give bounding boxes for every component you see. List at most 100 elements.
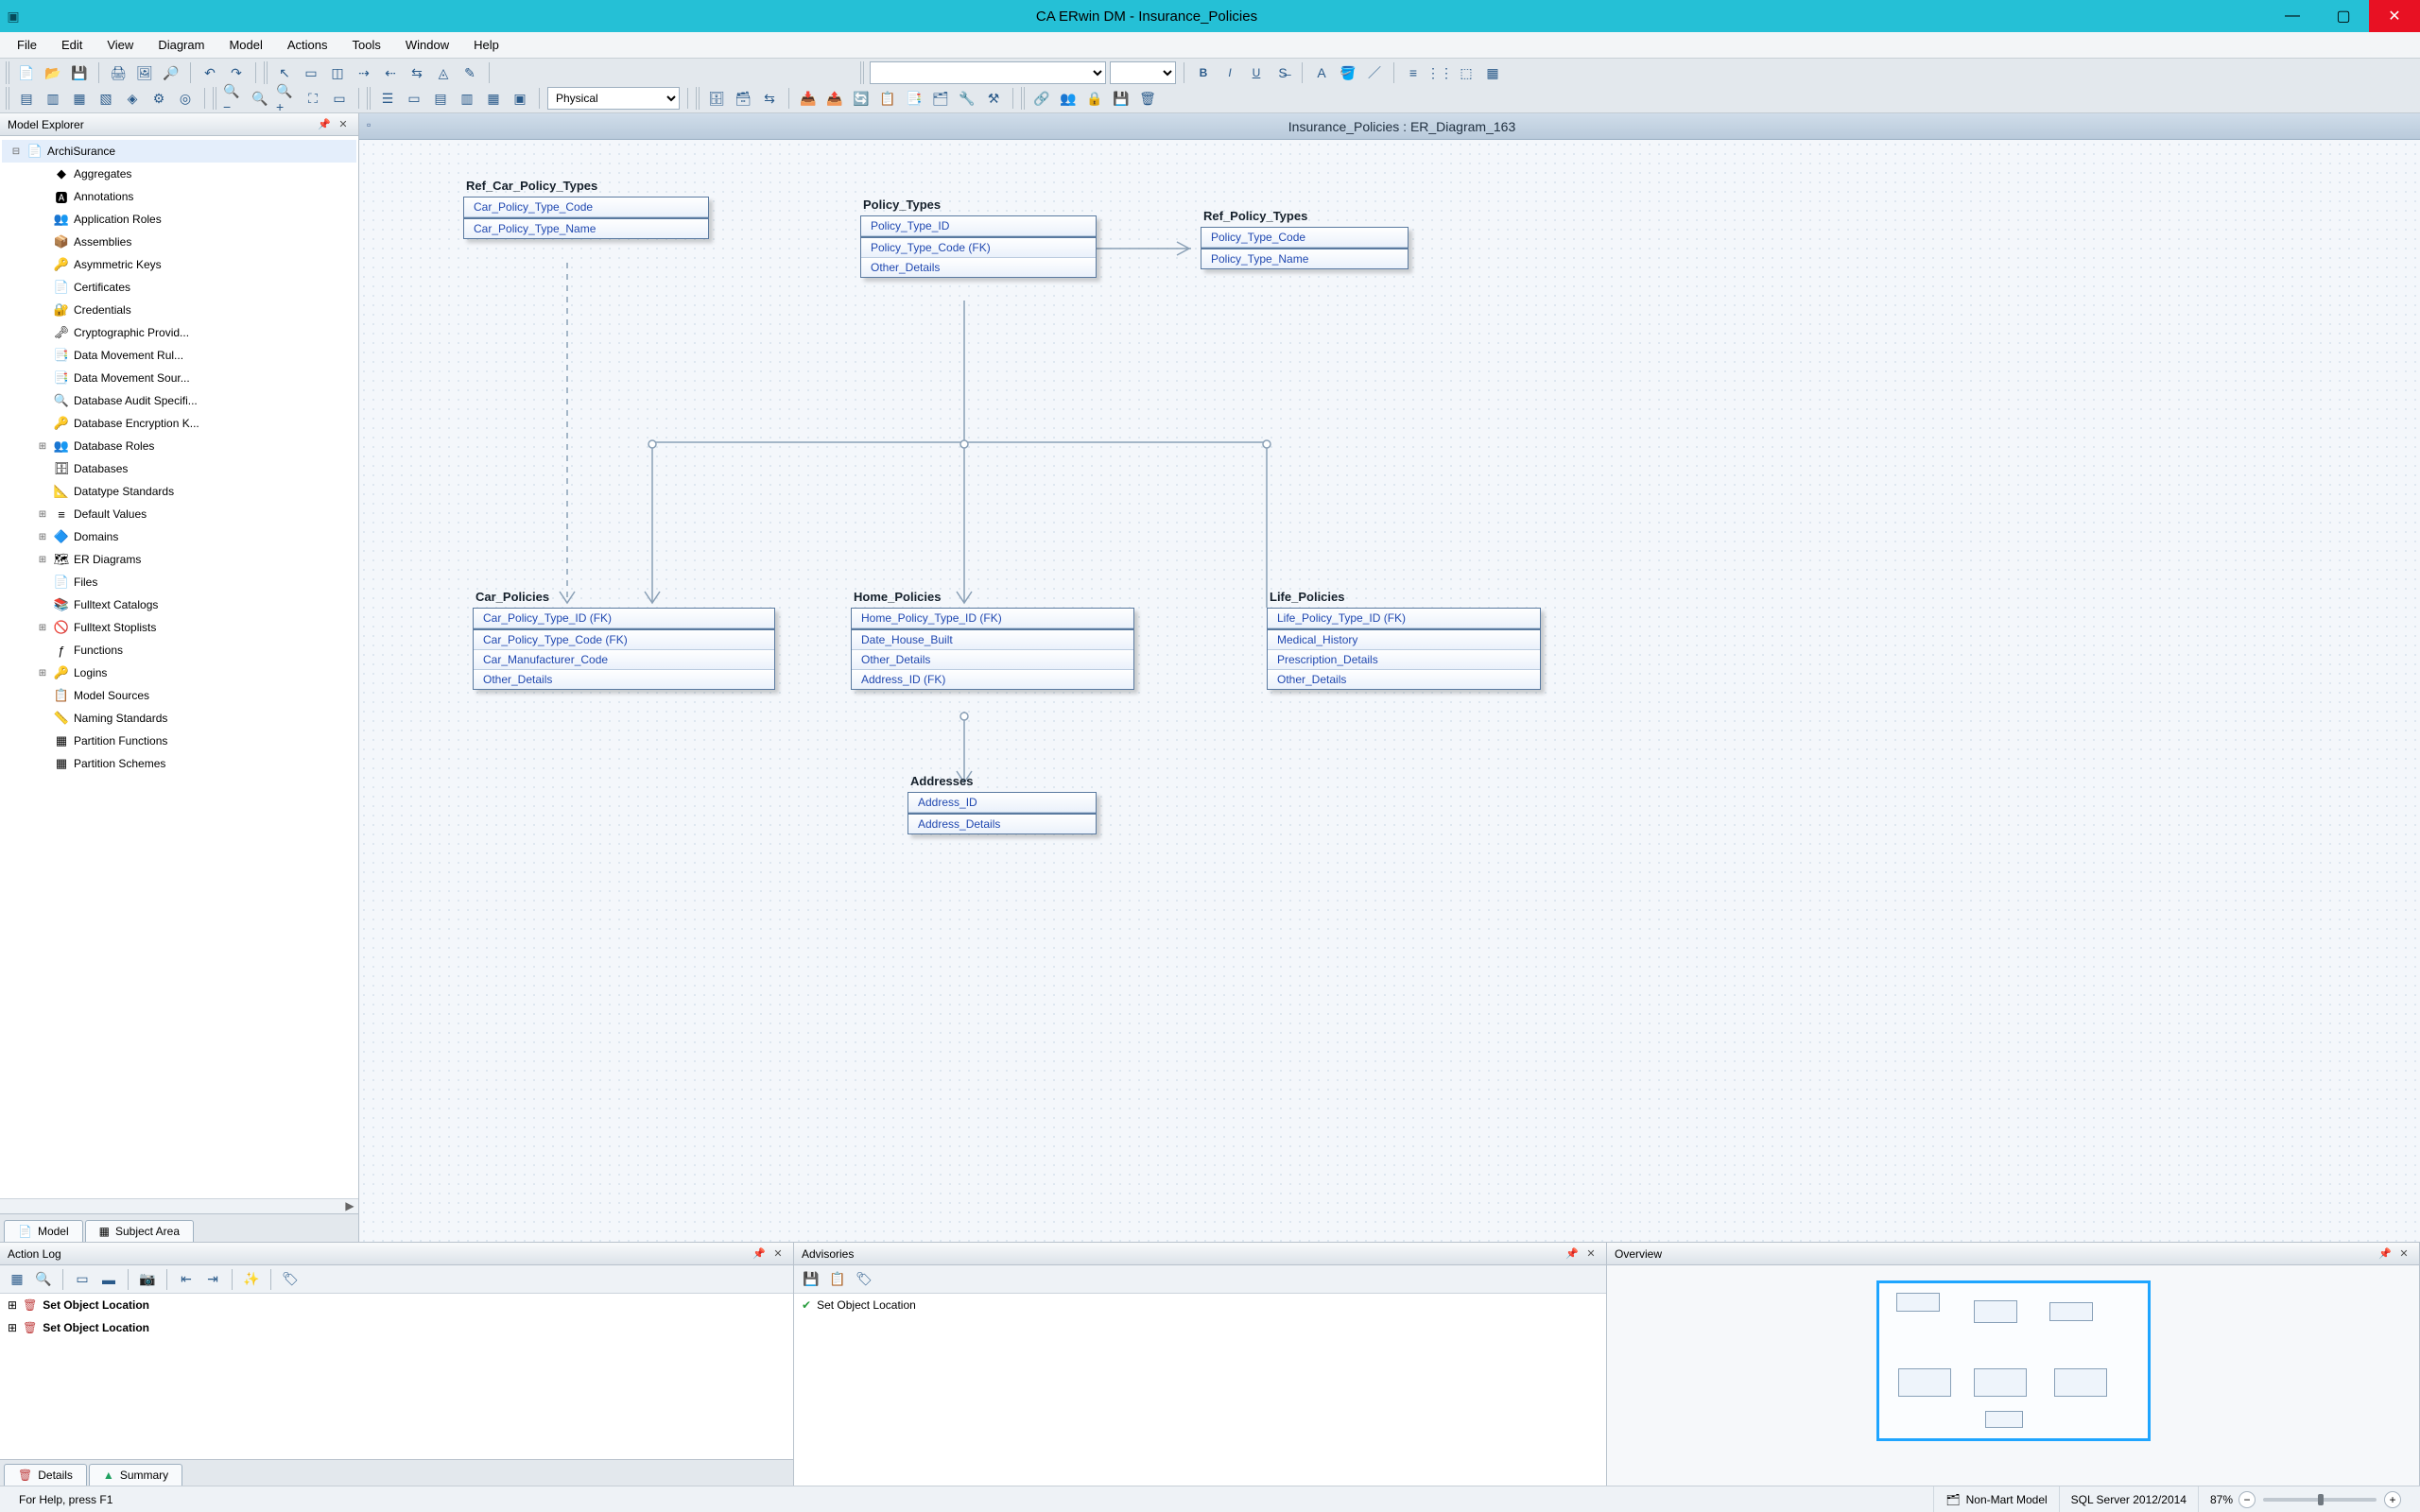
menu-file[interactable]: File (6, 34, 48, 56)
fill-color-icon[interactable]: 🪣 (1337, 61, 1359, 84)
toolbar-grip[interactable] (1021, 87, 1027, 110)
tree-item[interactable]: ◆Aggregates (2, 163, 356, 185)
restore-icon[interactable]: ▫ (367, 118, 384, 135)
db6-icon[interactable]: 🔄 (850, 87, 873, 110)
view-entity-icon[interactable]: ◫ (326, 61, 349, 84)
menu-window[interactable]: Window (394, 34, 460, 56)
tree-item[interactable]: ▦Partition Functions (2, 730, 356, 752)
tree-item[interactable]: 📄Files (2, 571, 356, 593)
pin-icon[interactable]: 📌 (317, 117, 332, 132)
zoom-normal-icon[interactable]: 🔍 (249, 87, 271, 110)
tree-item[interactable]: ⊞🔷Domains (2, 525, 356, 548)
open-icon[interactable]: 📂 (42, 61, 64, 84)
find-icon[interactable]: 🔎 (160, 61, 182, 84)
tree-item[interactable]: 📏Naming Standards (2, 707, 356, 730)
italic-icon[interactable]: I (1219, 61, 1241, 84)
toolbar-grip[interactable] (264, 61, 269, 84)
tree-item[interactable]: 👥Application Roles (2, 208, 356, 231)
menu-edit[interactable]: Edit (50, 34, 94, 56)
close-button[interactable]: ✕ (2369, 0, 2420, 32)
entity-car-policies[interactable]: Car_Policies Car_Policy_Type_ID (FK) Car… (473, 608, 775, 690)
entity-ref-policy-types[interactable]: Ref_Policy_Types Policy_Type_Code Policy… (1201, 227, 1409, 269)
mart5-icon[interactable]: 🗑 (1136, 87, 1159, 110)
zoom-rect-icon[interactable]: ▭ (328, 87, 351, 110)
line-color-icon[interactable]: ／ (1363, 61, 1386, 84)
menu-view[interactable]: View (95, 34, 145, 56)
tree-item[interactable]: 🔐Credentials (2, 299, 356, 321)
align-icon[interactable]: ≡ (1402, 61, 1425, 84)
disp5-icon[interactable]: ▦ (482, 87, 505, 110)
tree-item[interactable]: ⊞🚫Fulltext Stoplists (2, 616, 356, 639)
adv-copy-icon[interactable]: 📋 (826, 1268, 849, 1291)
entity-icon[interactable]: ▭ (300, 61, 322, 84)
pin-icon[interactable]: 📌 (2377, 1246, 2393, 1262)
tree-item[interactable]: 🔑Database Encryption K... (2, 412, 356, 435)
overview-thumbnail[interactable] (1876, 1280, 2151, 1441)
tab-details[interactable]: 🗑Details (4, 1464, 87, 1486)
disp2-icon[interactable]: ▭ (403, 87, 425, 110)
pointer-icon[interactable]: ↖ (273, 61, 296, 84)
nav-icon[interactable]: ▤ (15, 87, 38, 110)
al-btn8-icon[interactable]: ✨ (240, 1268, 263, 1291)
panel-close-icon[interactable]: ✕ (770, 1246, 786, 1262)
db7-icon[interactable]: 📋 (876, 87, 899, 110)
undo-icon[interactable]: ↶ (199, 61, 221, 84)
disp3-icon[interactable]: ▤ (429, 87, 452, 110)
zoom-in-icon[interactable]: 🔍+ (275, 87, 298, 110)
db2-icon[interactable]: 🗃 (732, 87, 754, 110)
advisories-row[interactable]: ✔Set Object Location (794, 1294, 1606, 1316)
group-icon[interactable]: ▦ (1481, 61, 1504, 84)
tree-item[interactable]: 📦Assemblies (2, 231, 356, 253)
menu-diagram[interactable]: Diagram (147, 34, 216, 56)
db11-icon[interactable]: ⚒ (982, 87, 1005, 110)
tree-item[interactable]: 📐Datatype Standards (2, 480, 356, 503)
entity-policy-types[interactable]: Policy_Types Policy_Type_ID Policy_Type_… (860, 215, 1097, 278)
adv-tag-icon[interactable]: 🏷 (853, 1268, 875, 1291)
tree-item[interactable]: ⊞≡Default Values (2, 503, 356, 525)
al-btn9-icon[interactable]: 🏷 (279, 1268, 302, 1291)
level-select[interactable]: Physical (547, 87, 680, 110)
redo-icon[interactable]: ↷ (225, 61, 248, 84)
tab-model[interactable]: 📄Model (4, 1220, 83, 1242)
db5-icon[interactable]: 📤 (823, 87, 846, 110)
db3-icon[interactable]: ⇆ (758, 87, 781, 110)
tree-item[interactable]: ▦Partition Schemes (2, 752, 356, 775)
nav2-icon[interactable]: ▥ (42, 87, 64, 110)
db1-icon[interactable]: 🗄 (705, 87, 728, 110)
zoom-minus-button[interactable]: − (2238, 1491, 2256, 1508)
al-btn7-icon[interactable]: ⇥ (201, 1268, 224, 1291)
mart3-icon[interactable]: 🔒 (1083, 87, 1106, 110)
tree-item[interactable]: 📄Certificates (2, 276, 356, 299)
size-icon[interactable]: ⬚ (1455, 61, 1478, 84)
mart1-icon[interactable]: 🔗 (1030, 87, 1053, 110)
id-rel-icon[interactable]: ⇢ (353, 61, 375, 84)
tree-item[interactable]: ⊞🗺ER Diagrams (2, 548, 356, 571)
disp6-icon[interactable]: ▣ (509, 87, 531, 110)
font-select[interactable] (870, 61, 1106, 84)
toolbar-grip[interactable] (6, 61, 11, 84)
tree-root[interactable]: ⊟📄 ArchiSurance (2, 140, 356, 163)
entity-home-policies[interactable]: Home_Policies Home_Policy_Type_ID (FK) D… (851, 608, 1134, 690)
db10-icon[interactable]: 🔧 (956, 87, 978, 110)
al-btn4-icon[interactable]: ▬ (97, 1268, 120, 1291)
action-log-row[interactable]: ⊞🗑Set Object Location (0, 1294, 793, 1316)
toolbar-grip[interactable] (213, 87, 218, 110)
al-btn3-icon[interactable]: ▭ (71, 1268, 94, 1291)
al-btn6-icon[interactable]: ⇤ (175, 1268, 198, 1291)
text-color-icon[interactable]: A (1310, 61, 1333, 84)
al-btn5-icon[interactable]: 📷 (136, 1268, 159, 1291)
diagram-canvas[interactable]: Ref_Car_Policy_Types Car_Policy_Type_Cod… (359, 140, 2420, 1242)
tree-item[interactable]: 🅰Annotations (2, 185, 356, 208)
zoom-slider[interactable] (2263, 1498, 2377, 1502)
tree-item[interactable]: 🗝Cryptographic Provid... (2, 321, 356, 344)
panel-close-icon[interactable]: ✕ (336, 117, 351, 132)
nav3-icon[interactable]: ▦ (68, 87, 91, 110)
adv-save-icon[interactable]: 💾 (800, 1268, 822, 1291)
entity-addresses[interactable]: Addresses Address_ID Address_Details (908, 792, 1097, 834)
fontsize-select[interactable] (1110, 61, 1176, 84)
tree-item[interactable]: 🔑Asymmetric Keys (2, 253, 356, 276)
model-explorer-tree[interactable]: ⊟📄 ArchiSurance ◆Aggregates🅰Annotations👥… (0, 136, 358, 1198)
tab-subject-area[interactable]: ▦Subject Area (85, 1220, 194, 1242)
zoom-fit-icon[interactable]: ⛶ (302, 87, 324, 110)
nav5-icon[interactable]: ◈ (121, 87, 144, 110)
